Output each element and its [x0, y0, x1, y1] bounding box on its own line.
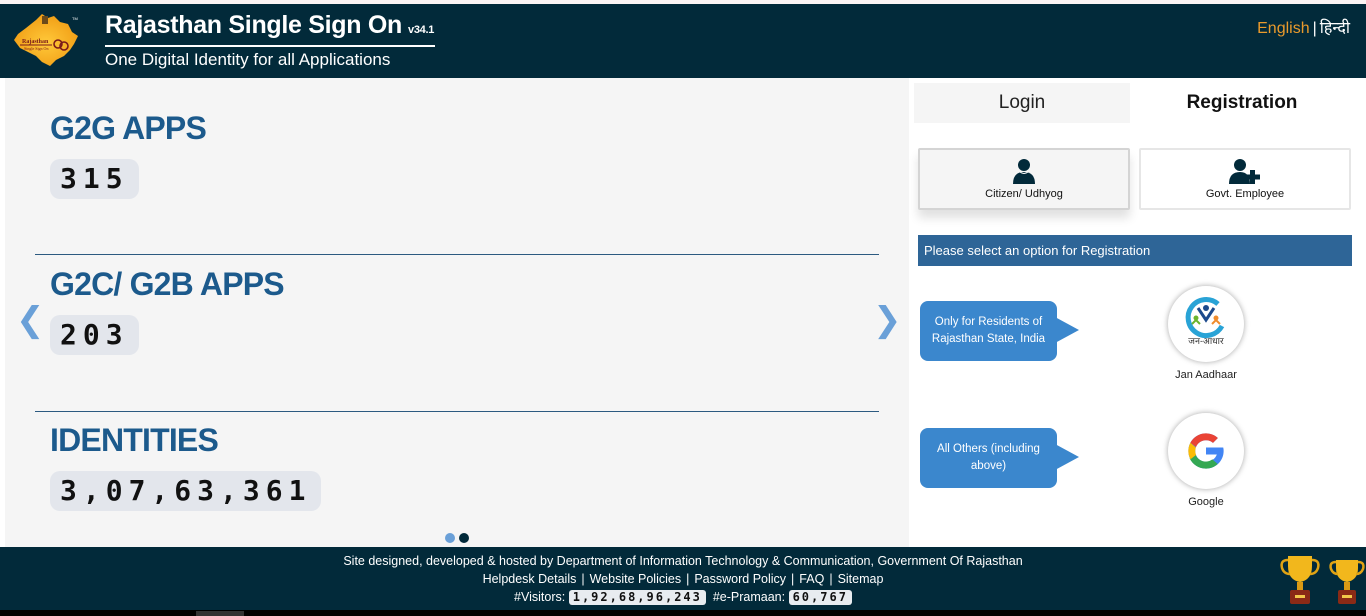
link-separator: | [791, 572, 795, 586]
user-icon [1013, 159, 1035, 184]
auth-panel: Login Registration Citizen/ Udhyog Govt.… [909, 78, 1366, 547]
svg-text:Rajasthan: Rajasthan [22, 39, 49, 45]
link-separator: | [581, 572, 585, 586]
footer-counters: #Visitors: 1,92,68,96,243 #e-Pramaan: 60… [0, 590, 1366, 605]
carousel-dot-2-active[interactable] [459, 533, 469, 543]
stat-label: G2G APPS [50, 110, 207, 146]
title-underline [105, 45, 435, 47]
stat-label: G2C/ G2B APPS [50, 266, 285, 302]
stat-counter: 3,07,63,361 [50, 471, 322, 511]
footer-links: Helpdesk Details | Website Policies | Passwo… [0, 572, 1366, 586]
app-version: v34.1 [408, 24, 435, 36]
carousel-indicators [445, 533, 469, 543]
site-footer: Site designed, developed & hosted by Dep… [0, 547, 1366, 610]
scrollbar-thumb[interactable] [196, 611, 244, 616]
password-policy-link[interactable]: Password Policy [694, 572, 786, 586]
chevron-left-icon[interactable]: ❮ [16, 303, 45, 337]
jan-aadhaar-logo-icon: जन-आधार [1168, 286, 1244, 362]
chevron-right-icon[interactable]: ❯ [873, 303, 902, 337]
registration-instruction-banner: Please select an option for Registration [918, 235, 1352, 266]
app-title: Rajasthan Single Sign On v34.1 [105, 11, 435, 39]
link-separator: | [829, 572, 833, 586]
rajasthan-sso-logo-icon[interactable]: Rajasthan Single Sign On TM [12, 10, 82, 70]
trophy-icon[interactable] [1278, 552, 1322, 606]
svg-text:TM: TM [72, 16, 78, 21]
epramaan-counter: 60,767 [788, 590, 852, 605]
link-separator: | [686, 572, 690, 586]
stat-counter: 203 [50, 315, 139, 355]
site-header: Rajasthan Single Sign On TM Rajasthan Si… [0, 4, 1366, 78]
stat-g2c-g2b-apps: G2C/ G2B APPS 203 [50, 266, 285, 355]
user-plus-icon [1229, 159, 1260, 184]
stat-label: IDENTITIES [50, 422, 219, 458]
provider-label: Jan Aadhaar [1175, 369, 1237, 381]
svg-text:जन-आधार: जन-आधार [1188, 336, 1224, 346]
tab-registration[interactable]: Registration [1134, 83, 1350, 123]
footer-credit: Site designed, developed & hosted by Dep… [343, 554, 1023, 568]
svg-text:Single Sign On: Single Sign On [24, 46, 48, 51]
awards [1278, 552, 1366, 606]
visitors-counter: 1,92,68,96,243 [568, 590, 706, 605]
google-logo-icon [1168, 413, 1244, 489]
stats-carousel: G2G APPS 315 G2C/ G2B APPS 203 IDENTITIE… [5, 78, 909, 547]
stat-identities: IDENTITIES 3,07,63,361 [50, 422, 322, 511]
app-subtitle: One Digital Identity for all Application… [105, 50, 391, 69]
divider [35, 411, 879, 412]
lang-separator: | [1312, 20, 1317, 37]
language-switcher: English | हिन्दी [1257, 16, 1350, 38]
horizontal-scrollbar[interactable] [0, 610, 1366, 616]
faq-link[interactable]: FAQ [799, 572, 824, 586]
jan-aadhaar-register-button[interactable]: जन-आधार Jan Aadhaar [1166, 286, 1246, 381]
lang-hindi-link[interactable]: हिन्दी [1320, 20, 1350, 37]
helpdesk-details-link[interactable]: Helpdesk Details [483, 572, 577, 586]
google-register-button[interactable]: Google [1166, 413, 1246, 508]
google-hint: All Others (including above) [920, 428, 1079, 488]
provider-label: Google [1188, 496, 1224, 508]
stat-counter: 315 [50, 159, 139, 199]
govt-employee-option[interactable]: Govt. Employee [1139, 148, 1351, 210]
option-label: Govt. Employee [1205, 188, 1285, 200]
website-policies-link[interactable]: Website Policies [590, 572, 681, 586]
option-label: Citizen/ Udhyog [985, 188, 1063, 200]
lang-english-link[interactable]: English [1257, 20, 1309, 37]
jan-aadhaar-hint: Only for Residents of Rajasthan State, I… [920, 301, 1079, 361]
tab-login[interactable]: Login [914, 83, 1130, 123]
carousel-dot-1[interactable] [445, 533, 455, 543]
citizen-udhyog-option[interactable]: Citizen/ Udhyog [918, 148, 1130, 210]
sitemap-link[interactable]: Sitemap [838, 572, 884, 586]
divider [35, 254, 879, 255]
visitors-label: #Visitors: [514, 590, 566, 604]
trophy-icon[interactable] [1328, 552, 1366, 606]
epramaan-label: #e-Pramaan: [712, 590, 786, 604]
stat-g2g-apps: G2G APPS 315 [50, 110, 207, 199]
